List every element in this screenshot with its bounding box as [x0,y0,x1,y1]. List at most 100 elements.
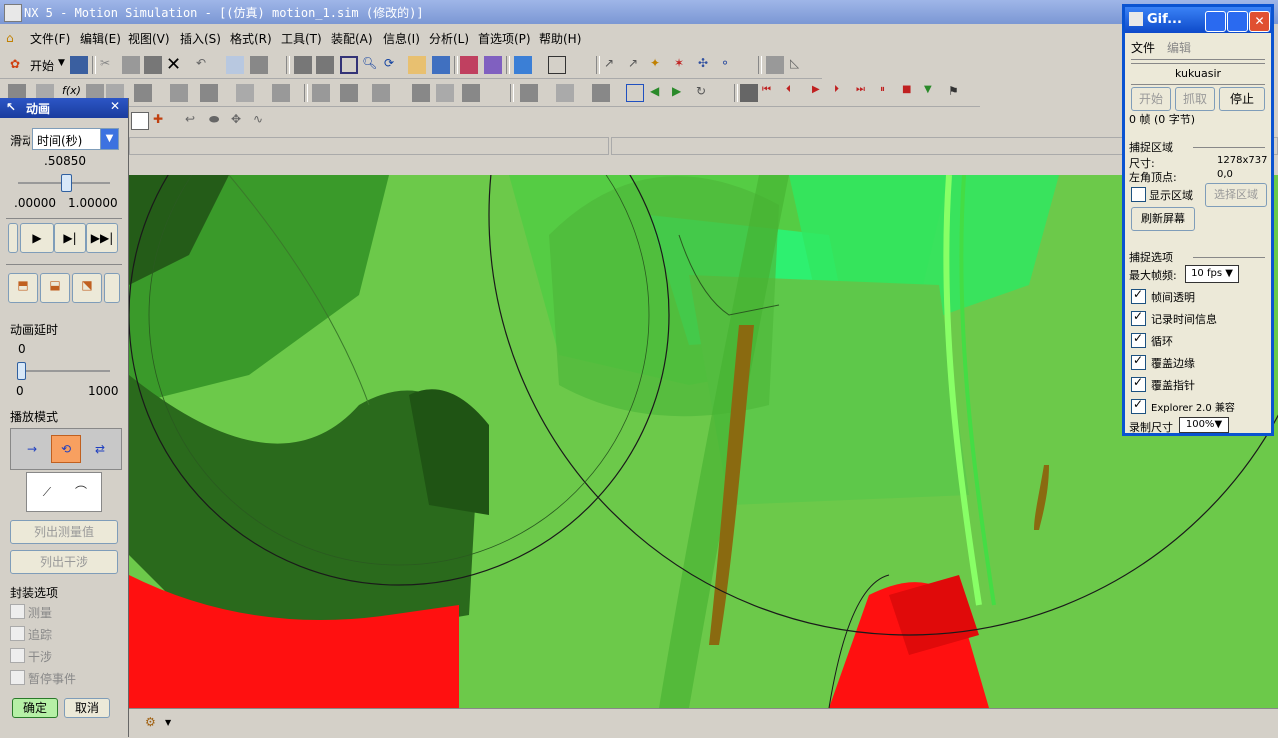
force-icon[interactable] [200,84,218,102]
contact-icon[interactable] [312,84,330,102]
copy-icon[interactable] [122,56,140,74]
loop-icon[interactable]: ▼ [924,84,942,102]
snapshot-button[interactable]: ⬓ [40,273,70,303]
cut-icon[interactable]: ✂ [100,56,118,74]
solver-icon[interactable] [462,84,480,102]
save-icon[interactable] [70,56,88,74]
explode-button[interactable] [104,273,120,303]
graph-icon[interactable] [556,84,574,102]
curve-contact-icon[interactable] [372,84,390,102]
zoom-window-icon[interactable] [316,56,334,74]
gif-name-field[interactable]: kukuasir [1131,63,1265,85]
gif-start-button[interactable]: 开始 [1131,87,1171,111]
delay-slider-track[interactable] [20,370,110,372]
show-area-checkbox[interactable] [1131,187,1146,202]
refresh-icon[interactable]: ↻ [696,84,714,102]
undo-icon[interactable]: ↶ [196,56,214,74]
delete-icon[interactable]: ✕ [166,56,184,74]
3d-contact-icon[interactable] [340,84,358,102]
loop-checkbox[interactable] [1131,331,1146,348]
rewind-icon[interactable]: ⏮ [762,84,780,102]
view-cube-icon[interactable] [514,56,532,74]
gif-menu-edit[interactable]: 编辑 [1167,39,1191,56]
refresh-screen-button[interactable]: 刷新屏幕 [1131,207,1195,231]
export-icon[interactable] [592,84,610,102]
snap-point-icon[interactable]: ↗ [604,56,622,74]
damper-icon[interactable] [170,84,188,102]
filter-dropdown[interactable] [131,112,149,130]
close-icon[interactable]: ✕ [1249,11,1270,32]
move-icon[interactable]: ✥ [231,112,249,130]
menu-file[interactable]: 文件(F) [30,30,70,47]
step-forward-icon[interactable]: ▶ [672,84,690,102]
menu-help[interactable]: 帮助(H) [539,30,581,47]
measure-icon[interactable]: ◺ [790,56,808,74]
snap-quadrant-icon[interactable]: ✣ [698,56,716,74]
fast-forward-icon[interactable]: ⏭ [856,84,874,102]
rewind-button[interactable] [8,223,18,253]
play-button[interactable]: ▶ [20,223,54,253]
start-button[interactable]: 开始 [30,57,54,74]
step-forward-frame-icon[interactable]: ⏵ [834,84,852,102]
trace-checkbox[interactable] [10,626,25,641]
delay-slider-thumb[interactable] [17,362,26,380]
snap-option-icon[interactable]: ⚬ [720,56,738,74]
design-position-icon[interactable]: ⟋ [33,479,61,505]
marker-icon[interactable] [272,84,290,102]
menu-preferences[interactable]: 首选项(P) [478,30,531,47]
track-button[interactable]: ⬔ [72,273,102,303]
list-measure-button[interactable]: 列出测量值 [10,520,118,544]
spring-icon[interactable] [134,84,152,102]
ping-pong-icon[interactable]: ⇄ [87,437,113,461]
list-interference-button[interactable]: 列出干涉 [10,550,118,574]
menu-edit[interactable]: 编辑(E) [80,30,121,47]
gif-menu-file[interactable]: 文件 [1131,39,1155,56]
close-icon[interactable]: ✕ [110,99,120,113]
gif-capture-button[interactable]: 抓取 [1175,87,1215,111]
menu-tools[interactable]: 工具(T) [281,30,322,47]
menu-assembly[interactable]: 装配(A) [331,30,373,47]
stop-solver-icon[interactable] [740,84,758,102]
snap-mid-icon[interactable]: ✦ [650,56,668,74]
record-time-checkbox[interactable] [1131,309,1146,326]
view-layout-icon[interactable] [548,56,566,74]
ok-button[interactable]: 确定 [12,698,58,718]
measure-checkbox[interactable] [10,604,25,619]
pan-icon[interactable] [408,56,426,74]
play-icon[interactable]: ▶ [812,84,830,102]
paste-icon[interactable] [144,56,162,74]
interference-checkbox[interactable] [10,648,25,663]
cover-pointer-checkbox[interactable] [1131,375,1146,392]
menu-view[interactable]: 视图(V) [128,30,170,47]
status-dropdown-icon[interactable]: ▼ [165,718,171,727]
step-back-icon[interactable]: ◀ [650,84,668,102]
snap-grid-icon[interactable]: ✚ [153,112,171,130]
zoom-icon[interactable]: 🔍︎ [362,56,380,74]
time-slider-thumb[interactable] [60,174,72,192]
loop-mode-icon[interactable]: ⟲ [51,435,81,463]
maximize-icon[interactable] [1227,11,1248,32]
assembly-position-icon[interactable]: ⌒ [67,479,95,505]
fit-icon[interactable] [294,56,312,74]
fast-forward-button[interactable]: ▶▶| [86,223,118,253]
frame-icon[interactable] [340,56,358,74]
transparent-checkbox[interactable] [1131,287,1146,304]
camera-icon[interactable] [432,56,450,74]
gif-stop-button[interactable]: 停止 [1219,87,1265,111]
select-area-button[interactable]: 选择区域 [1205,183,1267,207]
point-curve-icon[interactable] [436,84,454,102]
menu-analysis[interactable]: 分析(L) [429,30,469,47]
menu-info[interactable]: 信息(I) [383,30,420,47]
shade-icon[interactable] [484,56,502,74]
layer-icon[interactable] [250,56,268,74]
play-once-icon[interactable]: → [19,437,45,461]
animation-icon[interactable] [520,84,538,102]
select-icon[interactable] [226,56,244,74]
minimize-icon[interactable] [1205,11,1226,32]
record-size-select[interactable]: 100%▼ [1179,417,1229,433]
chevron-down-icon[interactable]: ▼ [100,128,119,150]
step-back-frame-icon[interactable]: ⏴ [786,84,804,102]
render-style-icon[interactable] [460,56,478,74]
start-dropdown-icon[interactable]: ▼ [58,58,65,68]
snap-center-icon[interactable]: ✶ [674,56,692,74]
